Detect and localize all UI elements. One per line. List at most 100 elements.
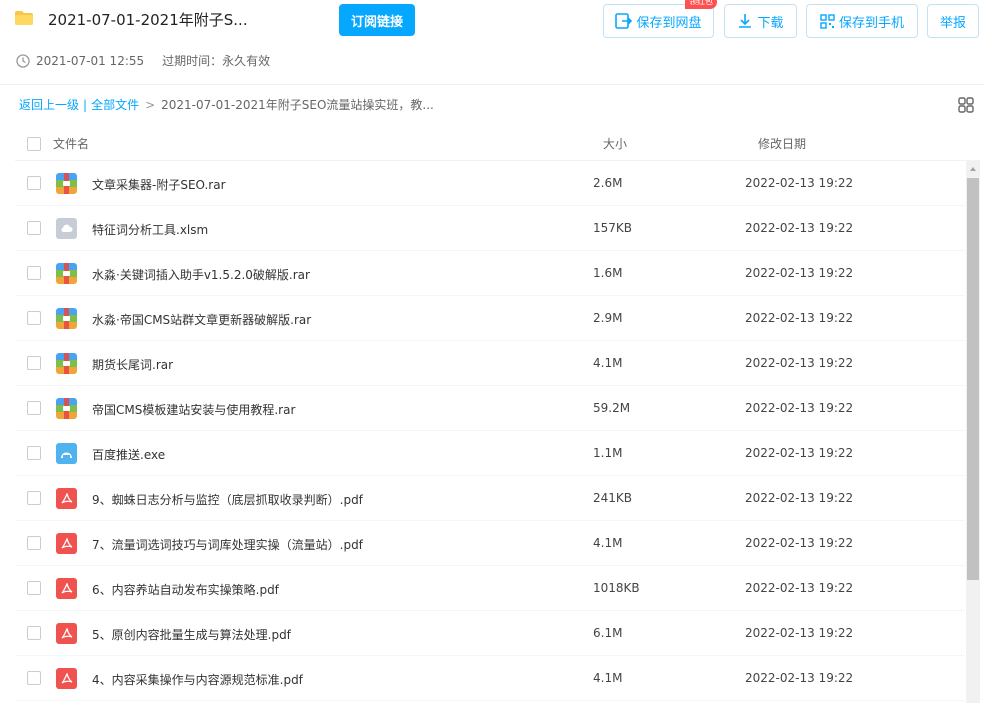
grid-view-icon[interactable]	[958, 97, 974, 113]
select-all-checkbox[interactable]	[27, 137, 41, 151]
file-date: 2022-02-13 19:22	[745, 671, 854, 685]
file-checkbox[interactable]	[27, 266, 41, 280]
clock-icon	[16, 53, 30, 68]
file-row[interactable]: 特征词分析工具.xlsm 157KB 2022-02-13 19:22	[15, 206, 965, 251]
file-date: 2022-02-13 19:22	[745, 266, 854, 280]
file-row[interactable]: 4、内容采集操作与内容源规范标准.pdf 4.1M 2022-02-13 19:22	[15, 656, 965, 701]
file-name[interactable]: 水淼·关键词插入助手v1.5.2.0破解版.rar	[92, 266, 310, 283]
file-row[interactable]: 文章采集器-附子SEO.rar 2.6M 2022-02-13 19:22	[15, 161, 965, 206]
file-size: 6.1M	[593, 626, 623, 640]
column-size[interactable]: 大小	[603, 135, 627, 152]
file-name[interactable]: 特征词分析工具.xlsm	[92, 221, 208, 238]
file-name[interactable]: 9、蜘蛛日志分析与监控（底层抓取收录判断）.pdf	[92, 491, 363, 508]
pdf-file-icon	[56, 668, 77, 689]
file-row[interactable]: 5、原创内容批量生成与算法处理.pdf 6.1M 2022-02-13 19:22	[15, 611, 965, 656]
file-row[interactable]: 7、流量词选词技巧与词库处理实操（流量站）.pdf 4.1M 2022-02-13 …	[15, 521, 965, 566]
column-name[interactable]: 文件名	[53, 135, 89, 152]
file-date: 2022-02-13 19:22	[745, 446, 854, 460]
file-size: 2.9M	[593, 311, 623, 325]
file-size: 157KB	[593, 221, 633, 235]
download-icon	[739, 14, 752, 28]
file-checkbox[interactable]	[27, 671, 41, 685]
file-list: 文章采集器-附子SEO.rar 2.6M 2022-02-13 19:22 特征词分析…	[15, 161, 965, 701]
rar-archive-icon	[56, 263, 77, 284]
pdf-file-icon	[56, 578, 77, 599]
file-size: 2.6M	[593, 176, 623, 190]
file-name[interactable]: 5、原创内容批量生成与算法处理.pdf	[92, 626, 291, 643]
file-checkbox[interactable]	[27, 401, 41, 415]
file-name[interactable]: 7、流量词选词技巧与词库处理实操（流量站）.pdf	[92, 536, 363, 553]
save-to-phone-label: 保存到手机	[838, 15, 904, 31]
file-name[interactable]: 百度推送.exe	[92, 446, 165, 463]
file-size: 4.1M	[593, 356, 623, 370]
share-title: 2021-07-01-2021年附子S...	[48, 11, 248, 29]
file-date: 2022-02-13 19:22	[745, 536, 854, 550]
file-size: 59.2M	[593, 401, 631, 415]
exe-file-icon	[56, 443, 77, 464]
back-link[interactable]: 返回上一级	[19, 98, 79, 112]
download-button[interactable]: 下载	[724, 4, 797, 38]
file-date: 2022-02-13 19:22	[745, 221, 854, 235]
file-list-header: 文件名 大小 修改日期	[15, 127, 980, 161]
file-checkbox[interactable]	[27, 491, 41, 505]
file-checkbox[interactable]	[27, 446, 41, 460]
file-size: 4.1M	[593, 671, 623, 685]
pdf-file-icon	[56, 488, 77, 509]
file-row[interactable]: 水淼·关键词插入助手v1.5.2.0破解版.rar 1.6M 2022-02-13 …	[15, 251, 965, 296]
save-to-phone-button[interactable]: 保存到手机	[806, 4, 918, 38]
file-row[interactable]: 帝国CMS模板建站安装与使用教程.rar 59.2M 2022-02-13 19:2…	[15, 386, 965, 431]
file-checkbox[interactable]	[27, 626, 41, 640]
folder-icon	[15, 11, 33, 25]
file-checkbox[interactable]	[27, 311, 41, 325]
file-checkbox[interactable]	[27, 221, 41, 235]
download-label: 下载	[757, 15, 784, 31]
file-date: 2022-02-13 19:22	[745, 176, 854, 190]
file-checkbox[interactable]	[27, 356, 41, 370]
file-date: 2022-02-13 19:22	[745, 581, 854, 595]
pdf-file-icon	[56, 533, 77, 554]
file-row[interactable]: 6、内容养站自动发布实操策略.pdf 1018KB 2022-02-13 19:22	[15, 566, 965, 611]
file-checkbox[interactable]	[27, 536, 41, 550]
column-date[interactable]: 修改日期	[758, 135, 806, 152]
report-button[interactable]: 举报	[927, 4, 979, 38]
file-size: 1.1M	[593, 446, 623, 460]
breadcrumb-separator: |	[83, 98, 88, 112]
file-name[interactable]: 期货长尾词.rar	[92, 356, 173, 373]
rar-archive-icon	[56, 353, 77, 374]
share-header: 2021-07-01-2021年附子S... 订阅链接 保存到网盘 领红包 下载…	[0, 0, 984, 85]
red-packet-badge[interactable]: 领红包	[685, 0, 717, 9]
file-name[interactable]: 6、内容养站自动发布实操策略.pdf	[92, 581, 279, 598]
file-size: 1018KB	[593, 581, 640, 595]
pdf-file-icon	[56, 623, 77, 644]
save-disk-icon	[615, 13, 633, 29]
expire-time: 过期时间：永久有效	[162, 54, 271, 68]
file-name[interactable]: 4、内容采集操作与内容源规范标准.pdf	[92, 671, 303, 688]
file-checkbox[interactable]	[27, 581, 41, 595]
breadcrumb: 返回上一级 | 全部文件 >2021-07-01-2021年附子SEO流量站操实班，教…	[19, 96, 434, 113]
file-size: 1.6M	[593, 266, 623, 280]
subscribe-button[interactable]: 订阅链接	[339, 4, 415, 36]
file-row[interactable]: 水淼·帝国CMS站群文章更新器破解版.rar 2.9M 2022-02-13 19:…	[15, 296, 965, 341]
file-row[interactable]: 百度推送.exe 1.1M 2022-02-13 19:22	[15, 431, 965, 476]
all-files-link[interactable]: 全部文件	[91, 98, 139, 112]
save-to-disk-button[interactable]: 保存到网盘	[603, 4, 714, 38]
file-name[interactable]: 水淼·帝国CMS站群文章更新器破解版.rar	[92, 311, 311, 328]
file-row[interactable]: 期货长尾词.rar 4.1M 2022-02-13 19:22	[15, 341, 965, 386]
file-checkbox[interactable]	[27, 176, 41, 190]
scrollbar-thumb[interactable]	[967, 178, 979, 580]
save-to-disk-label: 保存到网盘	[636, 15, 702, 31]
file-name[interactable]: 帝国CMS模板建站安装与使用教程.rar	[92, 401, 295, 418]
file-date: 2022-02-13 19:22	[745, 356, 854, 370]
current-folder: 2021-07-01-2021年附子SEO流量站操实班，教...	[161, 98, 434, 112]
file-size: 241KB	[593, 491, 633, 505]
cloud-file-icon	[56, 218, 77, 239]
qr-code-icon	[820, 13, 835, 29]
breadcrumb-arrow: >	[145, 98, 156, 112]
rar-archive-icon	[56, 398, 77, 419]
scroll-up-arrow-icon[interactable]	[966, 161, 980, 177]
share-time: 2021-07-01 12:55	[36, 53, 145, 68]
file-date: 2022-02-13 19:22	[745, 491, 854, 505]
share-meta: 2021-07-01 12:55 过期时间：永久有效	[16, 52, 270, 69]
file-row[interactable]: 9、蜘蛛日志分析与监控（底层抓取收录判断）.pdf 241KB 2022-02-13…	[15, 476, 965, 521]
file-name[interactable]: 文章采集器-附子SEO.rar	[92, 176, 226, 193]
